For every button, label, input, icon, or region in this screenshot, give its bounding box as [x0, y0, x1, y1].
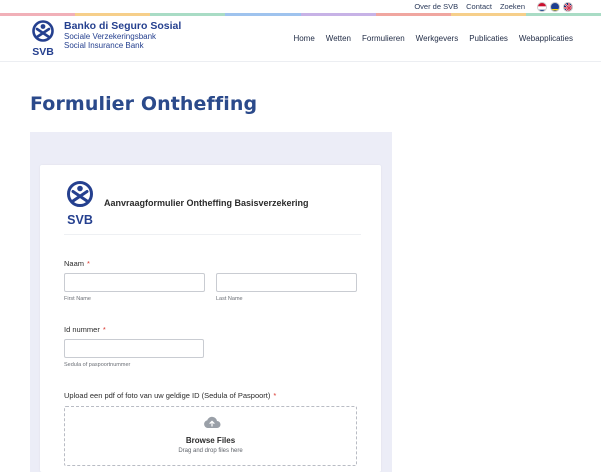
divider: [64, 234, 361, 235]
last-name-input[interactable]: [216, 273, 357, 292]
site-header: SVB Banko di Seguro Sosial Sociale Verze…: [0, 16, 601, 62]
id-number-input[interactable]: [64, 339, 204, 358]
first-name-sublabel: First Name: [64, 296, 91, 302]
svg-text:SVB: SVB: [32, 46, 54, 58]
upload-label: Upload een pdf of foto van uw geldige ID…: [64, 391, 277, 400]
main-nav: Home Wetten Formulieren Werkgevers Publi…: [293, 34, 573, 43]
link-contact[interactable]: Contact: [466, 2, 492, 11]
id-number-sublabel: Sedula of paspoortnummer: [64, 362, 131, 368]
flag-nl-icon[interactable]: [537, 1, 547, 12]
first-name-input[interactable]: [64, 273, 205, 292]
svg-text:SVB: SVB: [67, 213, 93, 226]
required-marker: *: [102, 325, 106, 334]
required-marker: *: [273, 391, 277, 400]
nav-webapplicaties[interactable]: Webapplicaties: [519, 34, 573, 43]
svb-logo-icon[interactable]: SVB: [28, 20, 58, 58]
drag-drop-hint: Drag and drop files here: [178, 448, 243, 454]
id-label: Id nummer *: [64, 325, 106, 334]
required-marker: *: [87, 259, 90, 268]
nav-publicaties[interactable]: Publicaties: [469, 34, 508, 43]
language-switcher: [537, 1, 573, 12]
flag-en-icon[interactable]: [563, 1, 573, 12]
form-card: SVB Aanvraagformulier Ontheffing Basisve…: [40, 165, 381, 472]
brand-subtitle-nl: Sociale Verzekeringsbank: [64, 32, 157, 42]
link-zoeken[interactable]: Zoeken: [500, 2, 525, 11]
last-name-sublabel: Last Name: [216, 296, 243, 302]
nav-formulieren[interactable]: Formulieren: [362, 34, 405, 43]
cloud-upload-icon: [203, 415, 221, 429]
brand-text: Banko di Seguro Sosial Sociale Verzekeri…: [64, 20, 181, 50]
link-over-de-svb[interactable]: Over de SVB: [414, 2, 458, 11]
flag-pap-icon[interactable]: [550, 1, 560, 12]
page-title: Formulier Ontheffing: [30, 93, 258, 115]
svb-logo-icon: SVB: [64, 180, 96, 227]
file-upload-dropzone[interactable]: Browse Files Drag and drop files here: [64, 406, 357, 466]
form-title: Aanvraagformulier Ontheffing Basisverzek…: [104, 198, 309, 208]
nav-home[interactable]: Home: [293, 34, 314, 43]
brand-name: Banko di Seguro Sosial: [64, 20, 182, 32]
nav-wetten[interactable]: Wetten: [326, 34, 351, 43]
nav-werkgevers[interactable]: Werkgevers: [416, 34, 459, 43]
naam-label: Naam *: [64, 259, 90, 268]
browse-files-button[interactable]: Browse Files: [65, 436, 356, 445]
brand-subtitle-en: Social Insurance Bank: [64, 41, 144, 51]
utility-bar: Over de SVB Contact Zoeken: [414, 0, 573, 13]
